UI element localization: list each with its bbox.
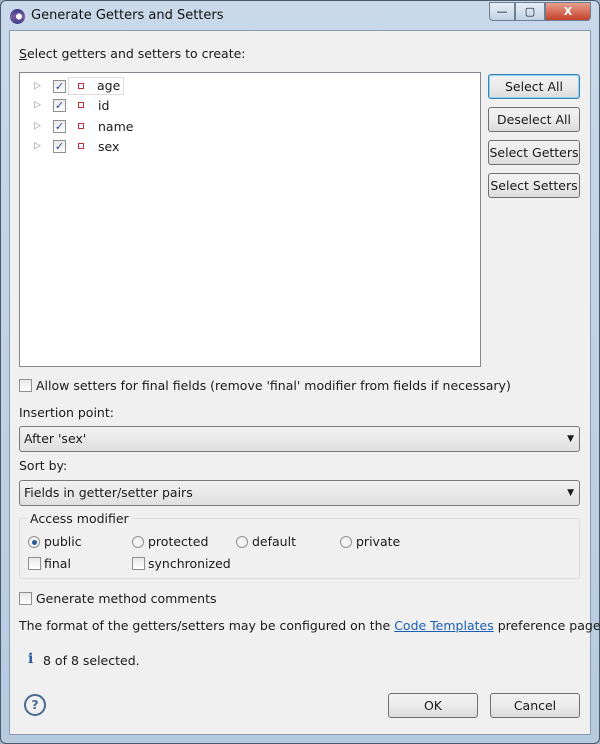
checkbox[interactable]: ✓: [53, 80, 66, 93]
sort-by-label: Sort by:: [19, 458, 68, 473]
final-label: final: [44, 556, 71, 571]
generate-comments-label: Generate method comments: [36, 591, 217, 606]
default-radio[interactable]: [236, 536, 248, 548]
cancel-button[interactable]: Cancel: [490, 693, 580, 718]
generate-comments-checkbox[interactable]: [19, 592, 32, 605]
field-icon: [78, 102, 84, 108]
expand-icon[interactable]: ▷: [34, 100, 41, 110]
public-radio[interactable]: [28, 536, 40, 548]
final-checkbox[interactable]: [28, 557, 41, 570]
protected-radio[interactable]: [132, 536, 144, 548]
deselect-all-button[interactable]: Deselect All: [488, 107, 580, 132]
tree-item[interactable]: ▷ ✓ id: [20, 97, 220, 115]
status-text: 8 of 8 selected.: [43, 653, 140, 668]
eclipse-logo-icon: [10, 9, 25, 24]
sort-by-select[interactable]: Fields in getter/setter pairs ▼: [19, 480, 580, 506]
ok-button[interactable]: OK: [388, 693, 478, 718]
field-icon: [78, 143, 84, 149]
field-icon: [78, 123, 84, 129]
allow-setters-checkbox[interactable]: [19, 379, 32, 392]
protected-label: protected: [148, 534, 209, 549]
field-tree[interactable]: ▷ ✓ age ▷ ✓ id ▷ ✓ name ▷ ✓ sex: [19, 72, 481, 367]
synchronized-label: synchronized: [148, 556, 231, 571]
access-modifier-title: Access modifier: [27, 511, 132, 526]
tree-item[interactable]: ▷ ✓ age: [20, 77, 220, 96]
maximize-button[interactable]: ▢: [515, 2, 545, 21]
window-title: Generate Getters and Setters: [31, 8, 224, 23]
checkbox[interactable]: ✓: [53, 140, 66, 153]
insertion-point-label: Insertion point:: [19, 405, 114, 420]
public-label: public: [44, 534, 82, 549]
private-label: private: [356, 534, 401, 549]
private-radio[interactable]: [340, 536, 352, 548]
select-all-button[interactable]: Select All: [488, 74, 580, 99]
help-icon[interactable]: ?: [24, 694, 46, 716]
expand-icon[interactable]: ▷: [34, 141, 41, 151]
minimize-button[interactable]: —: [489, 2, 515, 21]
info-icon: i: [28, 651, 34, 667]
tree-item[interactable]: ▷ ✓ sex: [20, 138, 220, 156]
tree-label: Select getters and setters to create:: [19, 46, 246, 61]
expand-icon[interactable]: ▷: [34, 81, 41, 91]
default-label: default: [252, 534, 296, 549]
select-setters-button[interactable]: Select Setters: [488, 173, 580, 198]
insertion-point-select[interactable]: After 'sex' ▼: [19, 426, 580, 452]
code-templates-link[interactable]: Code Templates: [394, 618, 494, 633]
access-modifier-group: [19, 518, 580, 579]
checkbox[interactable]: ✓: [53, 120, 66, 133]
format-info-text: The format of the getters/setters may be…: [19, 618, 600, 633]
tree-item[interactable]: ▷ ✓ name: [20, 118, 220, 136]
insertion-point-value: After 'sex': [24, 431, 87, 446]
select-getters-button[interactable]: Select Getters: [488, 140, 580, 165]
sort-by-value: Fields in getter/setter pairs: [24, 485, 193, 500]
checkbox[interactable]: ✓: [53, 99, 66, 112]
dropdown-arrow-icon: ▼: [567, 488, 574, 498]
expand-icon[interactable]: ▷: [34, 121, 41, 131]
dropdown-arrow-icon: ▼: [567, 434, 574, 444]
synchronized-checkbox[interactable]: [132, 557, 145, 570]
allow-setters-label: Allow setters for final fields (remove '…: [36, 378, 511, 393]
close-button[interactable]: X: [545, 2, 591, 21]
